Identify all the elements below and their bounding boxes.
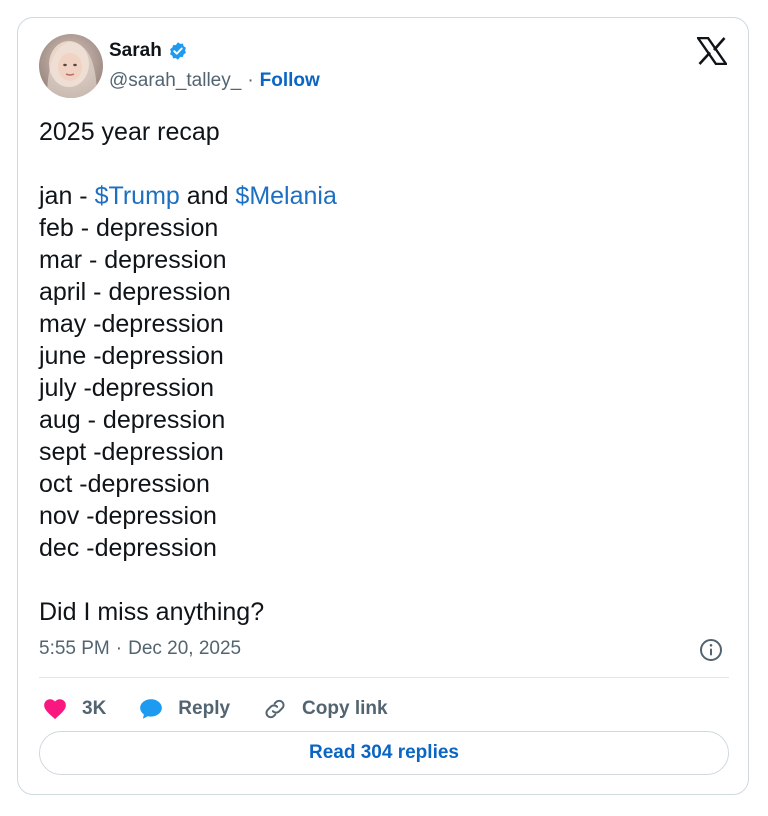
- link-icon: [262, 696, 288, 722]
- tweet-line-feb: feb - depression: [39, 214, 219, 242]
- timestamp-separator: ·: [115, 638, 123, 659]
- divider: [39, 677, 729, 678]
- tweet-line-sept: sept -depression: [39, 438, 224, 466]
- tweet-line-nov: nov -depression: [39, 502, 217, 530]
- verified-badge-icon: [168, 41, 188, 61]
- tweet-timestamp[interactable]: 5:55 PM · Dec 20, 2025: [39, 638, 241, 660]
- action-bar: 3K Reply Copy link: [42, 691, 420, 727]
- heart-icon: [42, 696, 68, 722]
- tweet-line-mar: mar - depression: [39, 246, 227, 274]
- tweet-closing-line: Did I miss anything?: [39, 598, 265, 626]
- read-replies-button[interactable]: Read 304 replies: [39, 731, 729, 775]
- tweet-date: Dec 20, 2025: [128, 638, 242, 659]
- avatar[interactable]: [39, 34, 103, 98]
- tweet-time: 5:55 PM: [39, 638, 110, 659]
- tweet-card: Sarah @sarah_talley_ · Follow 2025 year …: [17, 17, 749, 795]
- speech-bubble-icon: [138, 696, 164, 722]
- follow-button[interactable]: Follow: [260, 70, 320, 92]
- copy-link-button[interactable]: Copy link: [262, 696, 388, 722]
- author-display-name[interactable]: Sarah: [109, 40, 162, 62]
- info-icon[interactable]: [699, 638, 723, 662]
- author-name-row: Sarah: [109, 40, 188, 62]
- like-button[interactable]: 3K: [42, 696, 106, 722]
- reply-button[interactable]: Reply: [138, 696, 230, 722]
- author-handle-row: @sarah_talley_ · Follow: [109, 70, 320, 92]
- tweet-line-dec: dec -depression: [39, 534, 217, 562]
- cashtag-trump[interactable]: $Trump: [95, 182, 180, 210]
- jan-prefix: jan -: [39, 182, 95, 210]
- tweet-line-july: july -depression: [39, 374, 215, 402]
- tweet-line-aug: aug - depression: [39, 406, 226, 434]
- x-logo-icon[interactable]: [695, 36, 729, 66]
- cashtag-melania[interactable]: $Melania: [235, 182, 336, 210]
- avatar-image: [39, 34, 103, 98]
- tweet-line-april: april - depression: [39, 278, 231, 306]
- tweet-line-may: may -depression: [39, 310, 224, 338]
- tweet-line-june: june -depression: [39, 342, 224, 370]
- likes-count: 3K: [82, 698, 107, 719]
- author-handle[interactable]: @sarah_talley_: [109, 70, 241, 92]
- tweet-line-oct: oct -depression: [39, 470, 210, 498]
- reply-label: Reply: [178, 698, 231, 719]
- copy-link-label: Copy link: [302, 698, 388, 719]
- tweet-title-line: 2025 year recap: [39, 118, 220, 146]
- tweet-line-jan: jan - $Trump and $Melania: [39, 180, 719, 212]
- tweet-text: 2025 year recap jan - $Trump and $Melani…: [39, 116, 719, 628]
- handle-separator: ·: [247, 70, 254, 91]
- jan-middle: and: [179, 182, 236, 210]
